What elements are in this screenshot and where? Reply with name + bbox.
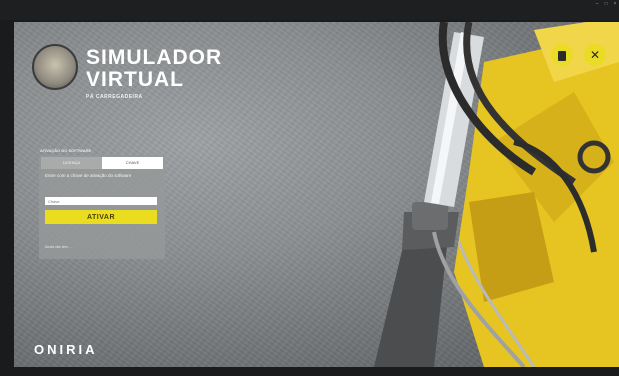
close-button[interactable]: ✕ (584, 44, 606, 66)
activate-button[interactable]: ATIVAR (45, 210, 157, 224)
app-subtitle: PÁ CARREGADEIRA (86, 94, 143, 100)
document-button[interactable] (551, 44, 573, 66)
logo-icon (32, 44, 78, 90)
app-stage: SIMULADOR VIRTUAL PÁ CARREGADEIRA ✕ ATIV… (14, 22, 619, 367)
activation-instruction: Entre com a chave de ativação do softwar… (45, 173, 132, 178)
menu-bar (4, 11, 615, 17)
bottom-bar (0, 367, 619, 376)
tab-license[interactable]: LICENÇA (41, 157, 102, 169)
app-title-line1: SIMULADOR (86, 46, 223, 69)
document-icon (558, 50, 566, 61)
activation-tabs: LICENÇA CHAVE (41, 157, 163, 169)
tab-key[interactable]: CHAVE (102, 157, 163, 169)
close-window-icon[interactable]: × (611, 1, 619, 7)
maximize-icon[interactable]: □ (602, 1, 610, 7)
activation-section-title: ATIVAÇÃO DO SOFTWARE (40, 148, 92, 153)
brand-logo: ONIRIA (34, 342, 98, 357)
minimize-icon[interactable]: – (593, 1, 601, 7)
help-link[interactable]: Ainda não tem ... (45, 245, 71, 249)
activation-panel: LICENÇA CHAVE Entre com a chave de ativa… (39, 155, 165, 259)
activation-key-input[interactable] (45, 197, 157, 205)
window-titlebar: – □ × (0, 0, 619, 20)
close-icon: ✕ (589, 48, 601, 62)
app-title-line2: VIRTUAL (86, 68, 184, 91)
